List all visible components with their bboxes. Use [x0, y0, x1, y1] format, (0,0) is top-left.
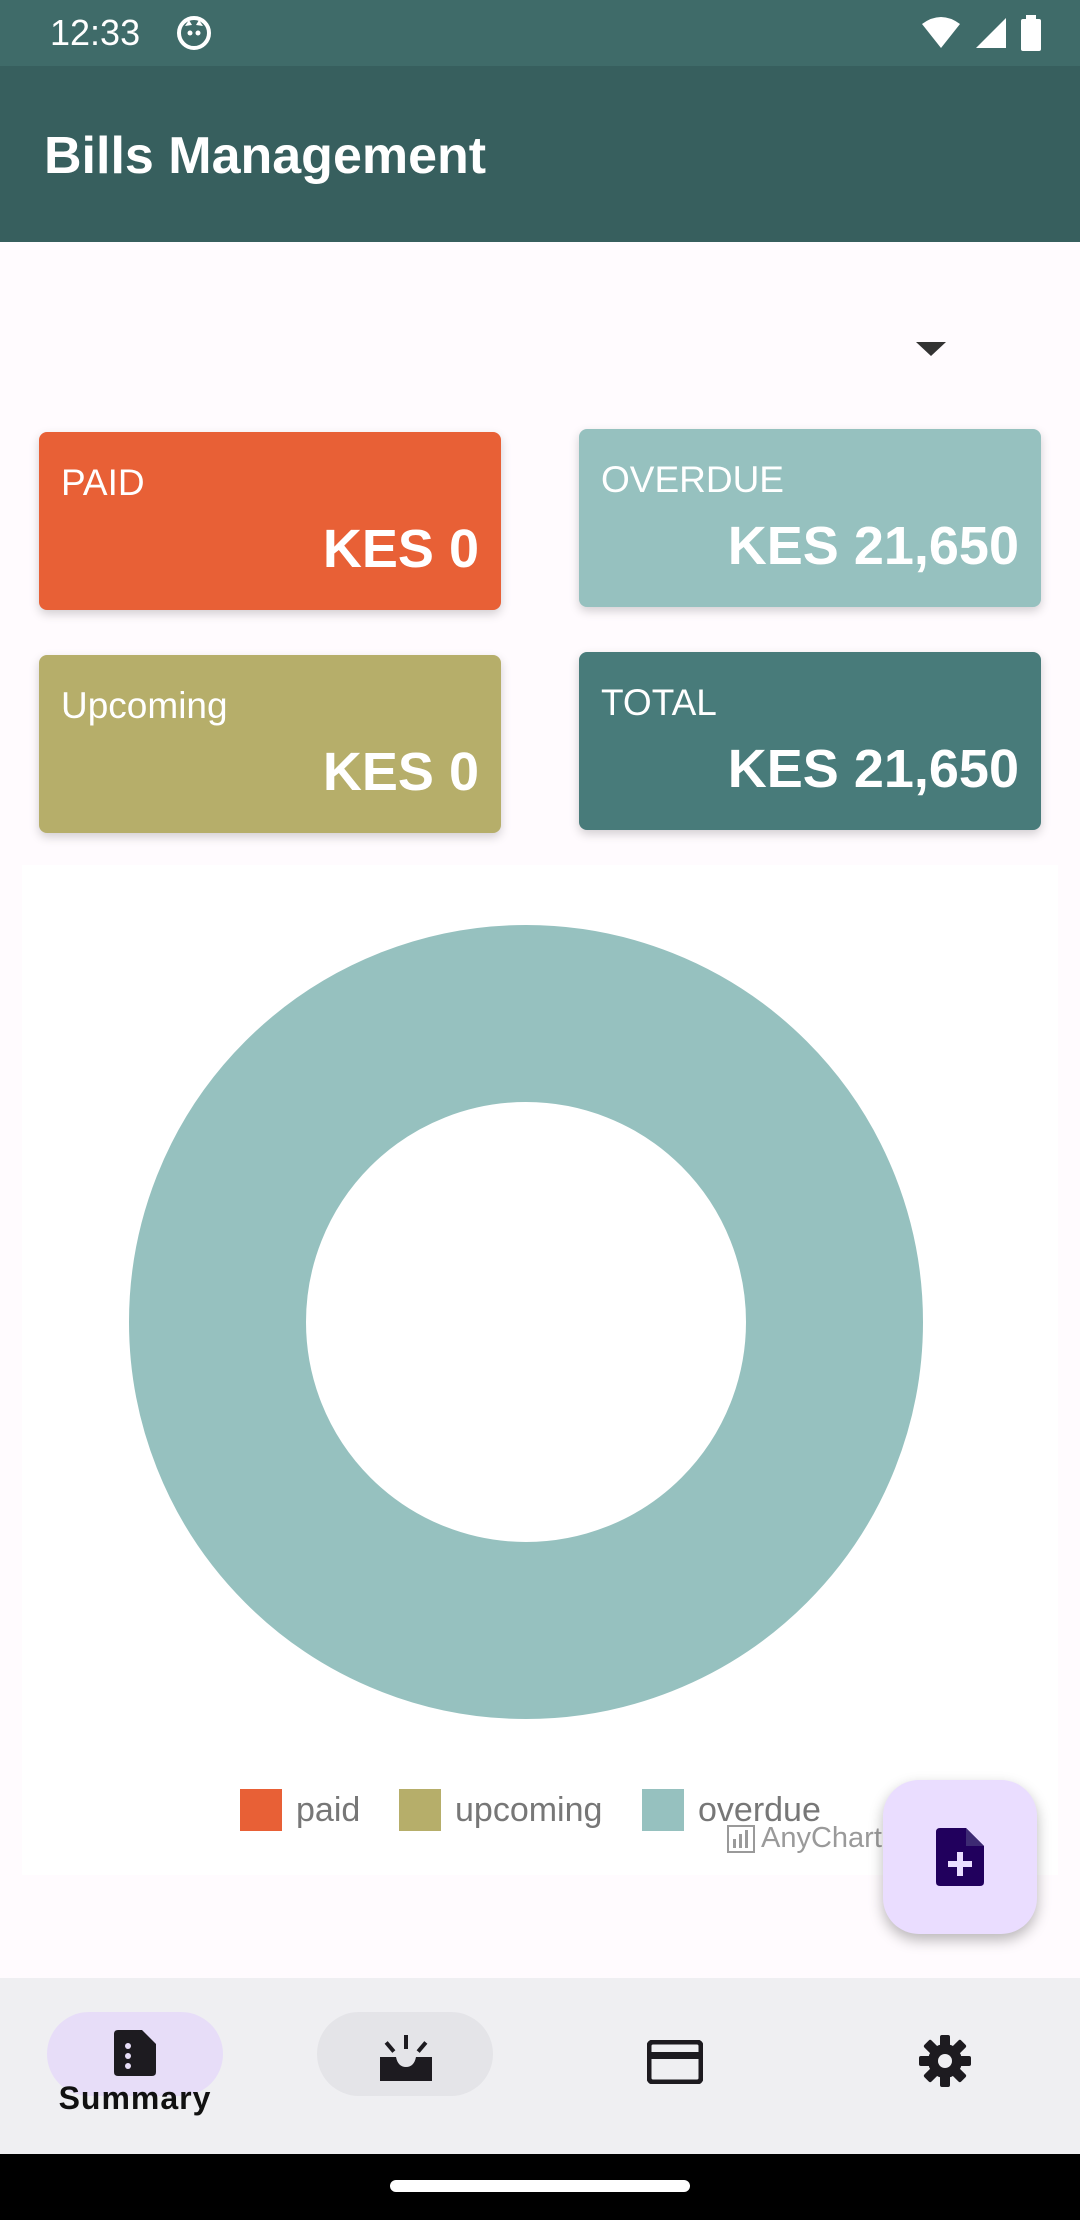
system-gesture-bar — [0, 2154, 1080, 2220]
upcoming-value: KES 0 — [322, 742, 479, 802]
home-gesture-handle[interactable] — [390, 2180, 690, 2192]
nav-payments[interactable] — [540, 1978, 810, 2154]
overdue-value: KES 21,650 — [727, 516, 1019, 576]
chart-panel: 100.0% — [22, 865, 1058, 1875]
nav-summary-label: Summary — [58, 2080, 212, 2116]
credit-label: AnyChart — [761, 1822, 882, 1854]
nav-settings[interactable] — [810, 1978, 1080, 2154]
nav-summary[interactable]: Summary — [0, 1978, 270, 2154]
wifi-icon — [922, 17, 960, 48]
chart-credit[interactable]: AnyChart — [727, 1822, 882, 1855]
total-label: TOTAL — [601, 682, 717, 723]
add-bill-button[interactable] — [883, 1780, 1037, 1934]
page-title: Bills Management — [44, 127, 487, 185]
upcoming-label: Upcoming — [61, 685, 228, 726]
alert-tray-icon — [380, 2035, 432, 2081]
slice-label-overdue: 100.0% — [475, 1481, 577, 1514]
gear-icon — [919, 2035, 971, 2087]
paid-value: KES 0 — [322, 519, 479, 579]
bottom-navigation: Summary — [0, 1978, 1080, 2154]
legend-item-paid[interactable]: paid — [240, 1788, 360, 1832]
dropdown-arrow-icon — [916, 342, 946, 356]
nav-alerts[interactable] — [270, 1978, 540, 2154]
paid-label: PAID — [61, 462, 145, 503]
add-document-icon — [936, 1828, 984, 1886]
anychart-logo-icon — [727, 1824, 755, 1853]
filter-dropdown[interactable] — [40, 300, 1040, 400]
donut-chart: 100.0% — [129, 925, 923, 1719]
status-bar: 12:33 — [0, 0, 1080, 66]
cell-signal-icon — [976, 18, 1006, 48]
donut-slice-overdue[interactable] — [129, 925, 923, 1719]
summary-icon — [114, 2030, 156, 2076]
overdue-card: OVERDUE KES 21,650 — [579, 429, 1041, 607]
app-bar: Bills Management — [0, 66, 1080, 242]
upcoming-card: Upcoming KES 0 — [39, 655, 501, 833]
legend-label-paid: paid — [296, 1790, 361, 1829]
cat-notification-icon — [177, 16, 211, 50]
total-card: TOTAL KES 21,650 — [579, 652, 1041, 830]
legend-swatch-paid — [240, 1789, 282, 1831]
overdue-label: OVERDUE — [601, 459, 784, 500]
legend-swatch-upcoming — [399, 1789, 441, 1831]
paid-card: PAID KES 0 — [39, 432, 501, 610]
legend-swatch-overdue — [642, 1789, 684, 1831]
legend-label-upcoming: upcoming — [455, 1790, 603, 1829]
battery-icon — [1021, 15, 1041, 51]
legend-item-upcoming[interactable]: upcoming — [399, 1788, 602, 1832]
credit-card-icon — [647, 2040, 703, 2084]
total-value: KES 21,650 — [727, 739, 1019, 799]
status-time: 12:33 — [50, 12, 141, 53]
